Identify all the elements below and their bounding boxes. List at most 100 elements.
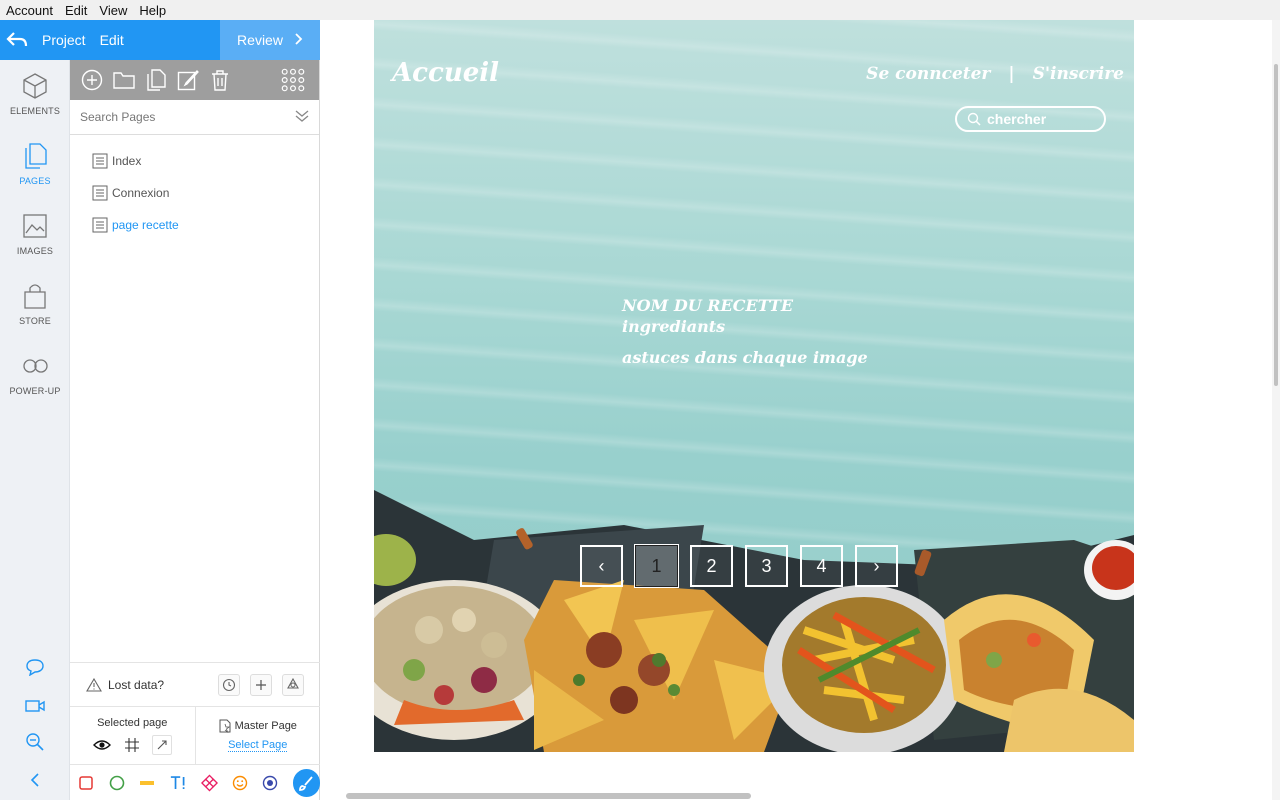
lost-data-row: Lost data? [70, 662, 320, 707]
page-item-label: page recette [112, 218, 179, 232]
rail-item-power-up[interactable]: POWER-UP [0, 352, 70, 396]
grid-menu-icon[interactable] [281, 68, 305, 92]
pagination-page-2[interactable]: 2 [690, 545, 733, 587]
pagination-prev-button[interactable]: ‹ [580, 545, 623, 587]
page-settings-row: Selected page Master Page Select Page [70, 707, 320, 765]
master-page-group: Master Page Select Page [194, 707, 321, 764]
edit-page-icon[interactable] [176, 68, 200, 92]
rectangle-tool-icon[interactable] [78, 774, 95, 791]
eye-icon[interactable] [92, 735, 112, 755]
cube-icon [23, 73, 47, 99]
pagination-next-button[interactable]: › [855, 545, 898, 587]
rail-item-images[interactable]: IMAGES [0, 212, 70, 256]
master-page-label: Master Page [234, 720, 297, 732]
menu-edit[interactable]: Edit [59, 3, 93, 18]
rail-item-pages[interactable]: PAGES [0, 142, 70, 186]
editor-topbar: Project Edit Review [0, 20, 320, 60]
collapse-icon[interactable] [0, 772, 70, 788]
menu-help[interactable]: Help [133, 3, 172, 18]
page-doc-icon [92, 185, 108, 201]
warning-icon [86, 677, 102, 692]
page-doc-icon [92, 217, 108, 233]
menu-account[interactable]: Account [0, 3, 59, 18]
text-tool-icon[interactable] [170, 774, 187, 791]
resize-icon[interactable] [152, 734, 173, 755]
line-tool-icon[interactable] [139, 774, 156, 791]
brush-tool-icon[interactable] [292, 768, 320, 797]
move-tool-icon[interactable] [200, 774, 218, 791]
review-label: Review [237, 32, 283, 48]
image-icon [23, 214, 47, 238]
undo-icon[interactable] [0, 31, 34, 49]
nav-signup-link[interactable]: S'inscrire [1033, 64, 1124, 84]
grid-icon[interactable] [122, 735, 142, 755]
design-canvas[interactable]: Accueil Se connceter | S'inscrire cherch… [320, 20, 1280, 800]
trash-icon[interactable] [208, 68, 232, 92]
page-item-label: Connexion [112, 186, 170, 200]
master-page-icon [219, 719, 231, 733]
pages-toolbar [70, 60, 319, 100]
page-item-label: Index [112, 154, 142, 168]
page-item-page-recette[interactable]: page recette [70, 209, 319, 241]
site-search-placeholder: chercher [987, 111, 1047, 127]
search-icon [967, 112, 981, 126]
chat-icon[interactable] [0, 658, 70, 676]
vertical-scroll-thumb[interactable] [1274, 64, 1278, 386]
page-list: Index Connexion page recette [70, 135, 319, 241]
video-icon[interactable] [0, 698, 70, 714]
double-chevron-down-icon[interactable] [295, 109, 309, 126]
page-doc-icon [92, 153, 108, 169]
circle-tool-icon[interactable] [109, 774, 126, 791]
selected-page-group: Selected page [70, 707, 195, 764]
rail-label-power-up: POWER-UP [9, 386, 61, 396]
search-pages-placeholder: Search Pages [80, 110, 156, 124]
pagination-page-3[interactable]: 3 [745, 545, 788, 587]
search-pages-input[interactable]: Search Pages [70, 100, 319, 135]
horizontal-scroll-thumb[interactable] [346, 793, 751, 799]
rail-label-pages: PAGES [19, 176, 51, 186]
site-page-preview[interactable]: Accueil Se connceter | S'inscrire cherch… [374, 20, 1134, 752]
pagination: ‹ 1 2 3 4 › [580, 544, 898, 588]
project-menu[interactable]: Project [42, 32, 86, 48]
plus-icon[interactable] [250, 673, 272, 696]
recycle-icon[interactable] [282, 673, 304, 696]
nav-login-link[interactable]: Se connceter [866, 64, 990, 84]
pages-icon [25, 143, 47, 169]
vertical-scrollbar[interactable] [1272, 20, 1280, 800]
site-nav: Se connceter | S'inscrire [866, 64, 1124, 84]
menu-view[interactable]: View [93, 3, 133, 18]
history-icon[interactable] [218, 673, 240, 696]
pagination-page-4[interactable]: 4 [800, 545, 843, 587]
site-title[interactable]: Accueil [392, 58, 499, 88]
chevron-left-icon: ‹ [598, 555, 605, 576]
page-item-connexion[interactable]: Connexion [70, 177, 319, 209]
bag-icon [24, 284, 46, 309]
select-page-link[interactable]: Select Page [228, 739, 288, 752]
infinity-icon [23, 359, 48, 373]
recipe-name: NOM DU RECETTE [622, 296, 794, 315]
pagination-page-1[interactable]: 1 [634, 544, 679, 588]
pages-panel: Search Pages Index Connexion page recett… [70, 60, 320, 800]
rail-item-store[interactable]: STORE [0, 282, 70, 326]
recipe-text-block[interactable]: NOM DU RECETTE ingrediants astuces dans … [622, 296, 868, 367]
add-page-icon[interactable] [80, 68, 104, 92]
rail-label-store: STORE [19, 316, 51, 326]
site-search-input[interactable]: chercher [955, 106, 1106, 132]
recipe-tips: astuces dans chaque image [622, 348, 868, 367]
page-item-index[interactable]: Index [70, 145, 319, 177]
zoom-icon[interactable] [0, 732, 70, 752]
selected-page-label: Selected page [97, 716, 168, 729]
rail-item-elements[interactable]: ELEMENTS [0, 72, 70, 116]
rail-label-images: IMAGES [16, 246, 54, 256]
review-button[interactable]: Review [220, 20, 320, 60]
menubar: Account Edit View Help [0, 0, 1280, 20]
nav-separator: | [1008, 64, 1015, 84]
emoji-tool-icon[interactable] [232, 774, 249, 791]
edit-menu[interactable]: Edit [100, 32, 124, 48]
lost-data-link[interactable]: Lost data? [108, 678, 164, 692]
target-tool-icon[interactable] [262, 774, 279, 791]
chevron-right-icon: › [873, 555, 880, 576]
folder-icon[interactable] [112, 68, 136, 92]
duplicate-icon[interactable] [144, 68, 168, 92]
panel-footer: Lost data? Selected page Master Page Sel… [70, 662, 320, 800]
